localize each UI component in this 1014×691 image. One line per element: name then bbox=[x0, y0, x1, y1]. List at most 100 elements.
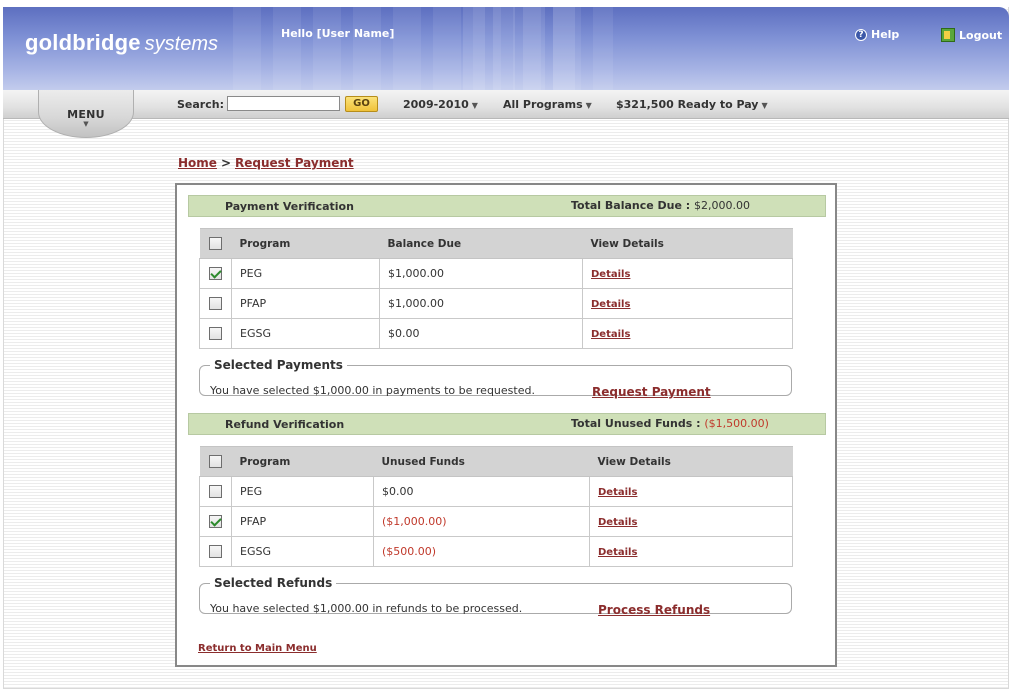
amount-cell: $0.00 bbox=[373, 476, 590, 507]
breadcrumb-separator: > bbox=[220, 156, 231, 170]
details-link[interactable]: Details bbox=[591, 299, 630, 310]
help-link[interactable]: ? Help bbox=[855, 28, 899, 41]
selected-payments-message: You have selected $1,000.00 in payments … bbox=[210, 384, 535, 397]
chevron-down-icon: ▼ bbox=[471, 101, 478, 110]
amount-cell: $1,000.00 bbox=[379, 258, 583, 289]
amount-cell: $0.00 bbox=[379, 318, 583, 349]
select-all-cell bbox=[199, 228, 232, 259]
programs-dropdown-label: All Programs bbox=[503, 98, 583, 111]
chevron-down-icon: ▼ bbox=[83, 120, 89, 128]
help-label: Help bbox=[871, 28, 900, 41]
table-row: EGSG ($500.00) Details bbox=[199, 536, 793, 567]
total-value: $2,000.00 bbox=[694, 199, 751, 212]
details-cell: Details bbox=[582, 318, 793, 349]
selected-payments-legend: Selected Payments bbox=[214, 358, 343, 372]
selected-refunds-box: Selected Refunds You have selected $1,00… bbox=[199, 576, 792, 617]
breadcrumb-home-link[interactable]: Home bbox=[178, 156, 217, 170]
column-header: Unused Funds bbox=[373, 446, 590, 477]
table-header-row: Program Unused Funds View Details bbox=[199, 446, 793, 477]
column-header: Balance Due bbox=[379, 228, 583, 259]
program-cell: EGSG bbox=[231, 536, 374, 567]
details-link[interactable]: Details bbox=[591, 329, 630, 340]
total-unused-funds: Total Unused Funds : ($1,500.00) bbox=[571, 417, 769, 430]
row-checkbox[interactable] bbox=[209, 545, 222, 559]
chevron-down-icon: ▼ bbox=[585, 101, 592, 110]
details-cell: Details bbox=[589, 536, 793, 567]
refund-table: Program Unused Funds View Details PEG $0… bbox=[199, 446, 793, 567]
details-cell: Details bbox=[582, 288, 793, 319]
checkbox-cell bbox=[199, 258, 232, 289]
search-input[interactable] bbox=[227, 96, 340, 111]
table-header-row: Program Balance Due View Details bbox=[199, 228, 793, 259]
go-button[interactable]: GO bbox=[345, 96, 378, 112]
select-all-cell bbox=[199, 446, 232, 477]
section-title: Refund Verification bbox=[225, 418, 345, 431]
program-cell: EGSG bbox=[231, 318, 380, 349]
program-cell: PFAP bbox=[231, 506, 374, 537]
checkbox-cell bbox=[199, 288, 232, 319]
details-link[interactable]: Details bbox=[598, 547, 637, 558]
program-cell: PEG bbox=[231, 258, 380, 289]
selected-refunds-message: You have selected $1,000.00 in refunds t… bbox=[210, 602, 523, 615]
details-link[interactable]: Details bbox=[598, 487, 637, 498]
ready-to-pay-label: $321,500 Ready to Pay bbox=[616, 98, 759, 111]
checkbox-cell bbox=[199, 318, 232, 349]
details-cell: Details bbox=[589, 476, 793, 507]
column-header: View Details bbox=[582, 228, 793, 259]
amount-cell: ($500.00) bbox=[373, 536, 590, 567]
table-row: PEG $1,000.00 Details bbox=[199, 258, 793, 289]
app-logo[interactable]: goldbridge systems bbox=[25, 30, 218, 56]
amount-cell: $1,000.00 bbox=[379, 288, 583, 319]
payment-table: Program Balance Due View Details PEG $1,… bbox=[199, 228, 793, 349]
search-label: Search: bbox=[177, 98, 224, 111]
breadcrumb: Home > Request Payment bbox=[178, 156, 354, 170]
process-refunds-link[interactable]: Process Refunds bbox=[598, 603, 710, 617]
total-label: Total Balance Due : bbox=[571, 199, 691, 212]
program-cell: PEG bbox=[231, 476, 374, 507]
total-value: ($1,500.00) bbox=[704, 417, 769, 430]
programs-dropdown[interactable]: All Programs ▼ bbox=[503, 98, 592, 111]
checkbox-cell bbox=[199, 536, 232, 567]
select-all-checkbox[interactable] bbox=[208, 237, 222, 250]
select-all-checkbox[interactable] bbox=[208, 455, 222, 468]
logout-link[interactable]: Logout bbox=[941, 28, 1002, 42]
row-checkbox[interactable] bbox=[209, 485, 222, 499]
return-to-main-menu-link[interactable]: Return to Main Menu bbox=[198, 643, 317, 654]
payment-verification-header: Payment Verification Total Balance Due :… bbox=[188, 195, 826, 217]
amount-cell: ($1,000.00) bbox=[373, 506, 590, 537]
details-link[interactable]: Details bbox=[598, 517, 637, 528]
checkbox-cell bbox=[199, 476, 232, 507]
selected-payments-box: Selected Payments You have selected $1,0… bbox=[199, 358, 792, 399]
table-row: PEG $0.00 Details bbox=[199, 476, 793, 507]
request-payment-link[interactable]: Request Payment bbox=[592, 385, 711, 399]
refund-verification-header: Refund Verification Total Unused Funds :… bbox=[188, 413, 826, 435]
program-cell: PFAP bbox=[231, 288, 380, 319]
logout-label: Logout bbox=[959, 28, 1003, 42]
help-icon: ? bbox=[855, 28, 867, 41]
breadcrumb-current-link[interactable]: Request Payment bbox=[235, 156, 354, 170]
row-checkbox[interactable] bbox=[209, 297, 222, 311]
ready-to-pay-dropdown[interactable]: $321,500 Ready to Pay ▼ bbox=[616, 98, 768, 111]
header-pattern-accent bbox=[463, 7, 583, 90]
details-cell: Details bbox=[589, 506, 793, 537]
column-header: View Details bbox=[589, 446, 793, 477]
table-row: PFAP ($1,000.00) Details bbox=[199, 506, 793, 537]
total-balance-due: Total Balance Due : $2,000.00 bbox=[571, 199, 750, 212]
section-title: Payment Verification bbox=[225, 200, 354, 213]
year-dropdown[interactable]: 2009-2010 ▼ bbox=[403, 98, 478, 111]
row-checkbox[interactable] bbox=[209, 267, 222, 281]
details-link[interactable]: Details bbox=[591, 269, 630, 280]
row-checkbox[interactable] bbox=[209, 515, 222, 529]
user-greeting: Hello [User Name] bbox=[281, 27, 395, 40]
checkbox-cell bbox=[199, 506, 232, 537]
year-dropdown-label: 2009-2010 bbox=[403, 98, 469, 111]
details-cell: Details bbox=[582, 258, 793, 289]
total-label: Total Unused Funds : bbox=[571, 417, 701, 430]
table-row: EGSG $0.00 Details bbox=[199, 318, 793, 349]
logo-light-text: systems bbox=[144, 33, 218, 55]
column-header: Program bbox=[231, 228, 380, 259]
row-checkbox[interactable] bbox=[209, 327, 222, 341]
logout-icon bbox=[941, 28, 955, 42]
selected-refunds-legend: Selected Refunds bbox=[214, 576, 333, 590]
column-header: Program bbox=[231, 446, 374, 477]
